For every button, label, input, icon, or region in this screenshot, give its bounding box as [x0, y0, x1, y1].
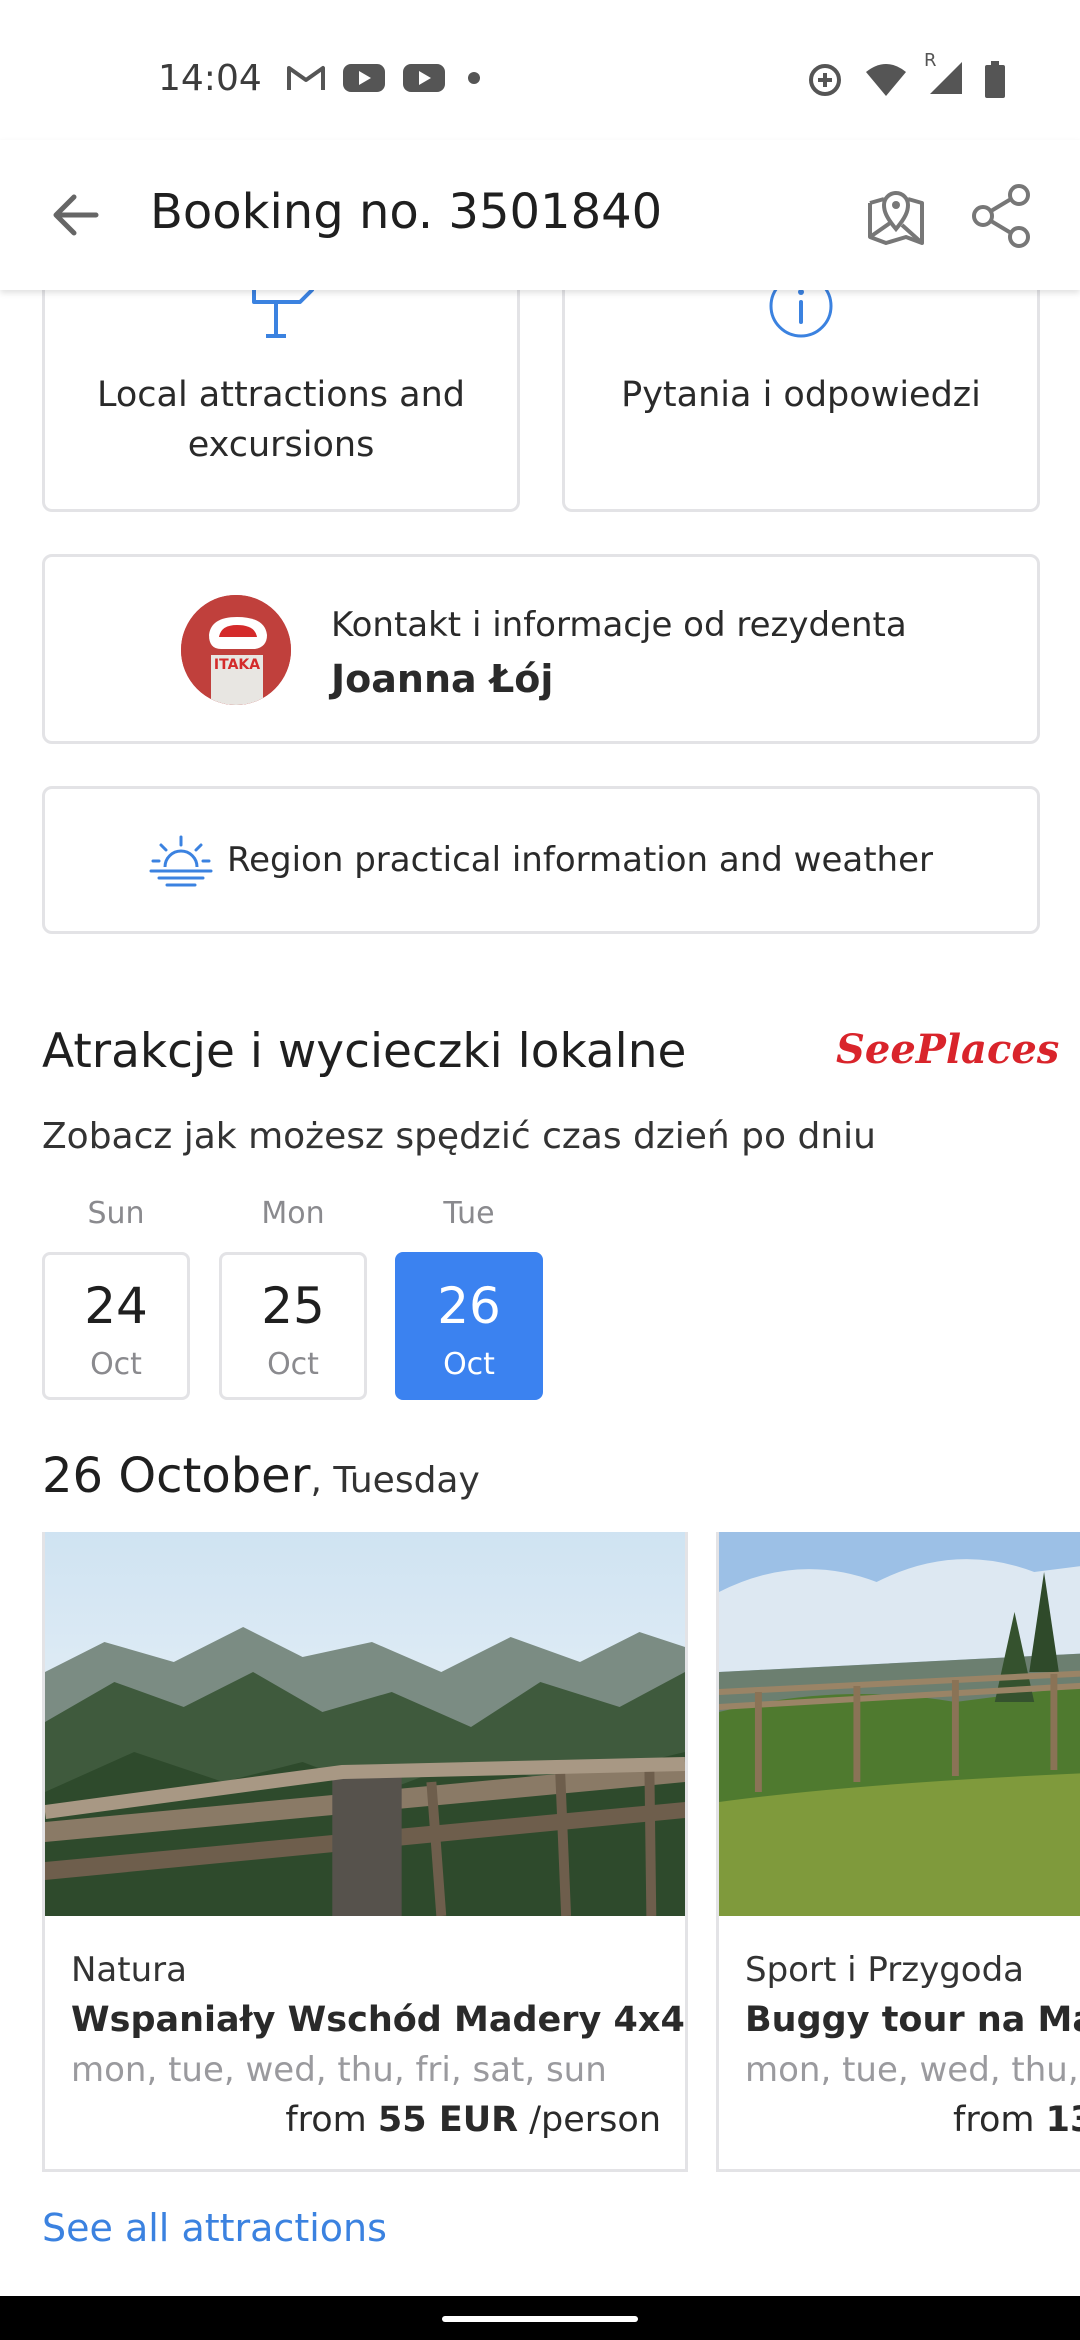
attraction-category: Natura [71, 1950, 187, 1990]
home-gesture-handle[interactable] [442, 2316, 638, 2322]
back-button[interactable] [40, 180, 110, 250]
price-value: 55 EUR [377, 2100, 519, 2140]
attraction-price: from 13 [953, 2100, 1080, 2140]
signal-badge: R [924, 50, 937, 71]
price-prefix: from [285, 2100, 367, 2140]
date-number: 25 [261, 1277, 325, 1335]
section-subtitle: Zobacz jak możesz spędzić czas dzień po … [42, 1116, 876, 1157]
avatar: ITAKA [181, 595, 291, 705]
wifi-icon [866, 64, 906, 96]
date-chip-26[interactable]: 26 Oct [395, 1252, 543, 1400]
date-month: Oct [267, 1347, 319, 1382]
price-prefix: from [953, 2100, 1035, 2140]
attraction-days: mon, tue, wed, thu, f [745, 2050, 1080, 2090]
resident-contact-card[interactable]: ITAKA Kontakt i informacje od rezydenta … [42, 554, 1040, 744]
day-name-mon: Mon [261, 1196, 325, 1231]
region-info-tile[interactable]: Region practical information and weather [42, 786, 1040, 934]
share-icon [972, 184, 1030, 248]
local-attractions-tile[interactable]: Local attractions and excursions [42, 262, 520, 512]
signal-group: R [924, 50, 964, 100]
system-icons: R [806, 50, 1006, 100]
attraction-days: mon, tue, wed, thu, fri, sat, sun [71, 2050, 607, 2090]
resident-label: Kontakt i informacje od rezydenta [331, 605, 907, 645]
attraction-photo [719, 1532, 1080, 1916]
local-attractions-label: Local attractions and excursions [96, 375, 466, 465]
seeplaces-logo: SeePlaces [836, 1026, 1060, 1073]
date-chip-24[interactable]: 24 Oct [42, 1252, 190, 1400]
attraction-card[interactable]: Natura Wspaniały Wschód Madery 4x4 mon, … [42, 1532, 688, 2172]
selected-weekday: , Tuesday [310, 1460, 480, 1501]
see-all-attractions-link[interactable]: See all attractions [42, 2206, 387, 2250]
map-pin-icon [868, 191, 924, 245]
selected-date: 26 October [42, 1448, 311, 1504]
faq-label: Pytania i odpowiedzi [621, 375, 981, 415]
attraction-title: Buggy tour na Made [745, 2000, 1080, 2040]
attraction-title: Wspaniały Wschód Madery 4x4 [71, 2000, 685, 2040]
youtube-icon [343, 64, 385, 92]
date-month: Oct [443, 1347, 495, 1382]
page-title: Booking no. 3501840 [150, 184, 663, 240]
dot-icon [468, 72, 480, 84]
selected-date-heading: 26 October, Tuesday [42, 1448, 480, 1504]
status-time: 14:04 [158, 58, 262, 99]
app-bar: Booking no. 3501840 [0, 140, 1080, 290]
system-nav-bar [0, 2296, 1080, 2340]
attraction-card[interactable]: Sport i Przygoda Buggy tour na Made mon,… [716, 1532, 1080, 2172]
attraction-price: from 55 EUR /person [285, 2100, 661, 2140]
day-name-sun: Sun [87, 1196, 145, 1231]
date-chip-25[interactable]: 25 Oct [219, 1252, 367, 1400]
resident-name: Joanna Łój [331, 657, 554, 701]
gmail-icon [287, 66, 325, 90]
back-arrow-icon [53, 194, 99, 236]
notification-icons [286, 62, 486, 94]
section-title: Atrakcje i wycieczki lokalne [42, 1024, 687, 1079]
date-number: 24 [84, 1277, 148, 1335]
date-number: 26 [437, 1277, 501, 1335]
share-button[interactable] [964, 178, 1040, 254]
itaka-logo-icon: ITAKA [181, 595, 291, 705]
price-value: 13 [1045, 2100, 1080, 2140]
price-suffix: /person [529, 2100, 661, 2140]
svg-text:ITAKA: ITAKA [214, 657, 260, 673]
faq-tile[interactable]: Pytania i odpowiedzi [562, 262, 1040, 512]
map-button[interactable] [858, 178, 934, 254]
youtube-icon [403, 64, 445, 92]
battery-icon [985, 61, 1005, 98]
day-name-tue: Tue [443, 1196, 495, 1231]
sunrise-icon [149, 835, 213, 887]
date-month: Oct [90, 1347, 142, 1382]
status-bar: 14:04 R [0, 0, 1080, 140]
attraction-photo [45, 1532, 685, 1916]
attraction-category: Sport i Przygoda [745, 1950, 1024, 1990]
region-label: Region practical information and weather [227, 840, 933, 880]
data-saver-icon [809, 64, 841, 96]
